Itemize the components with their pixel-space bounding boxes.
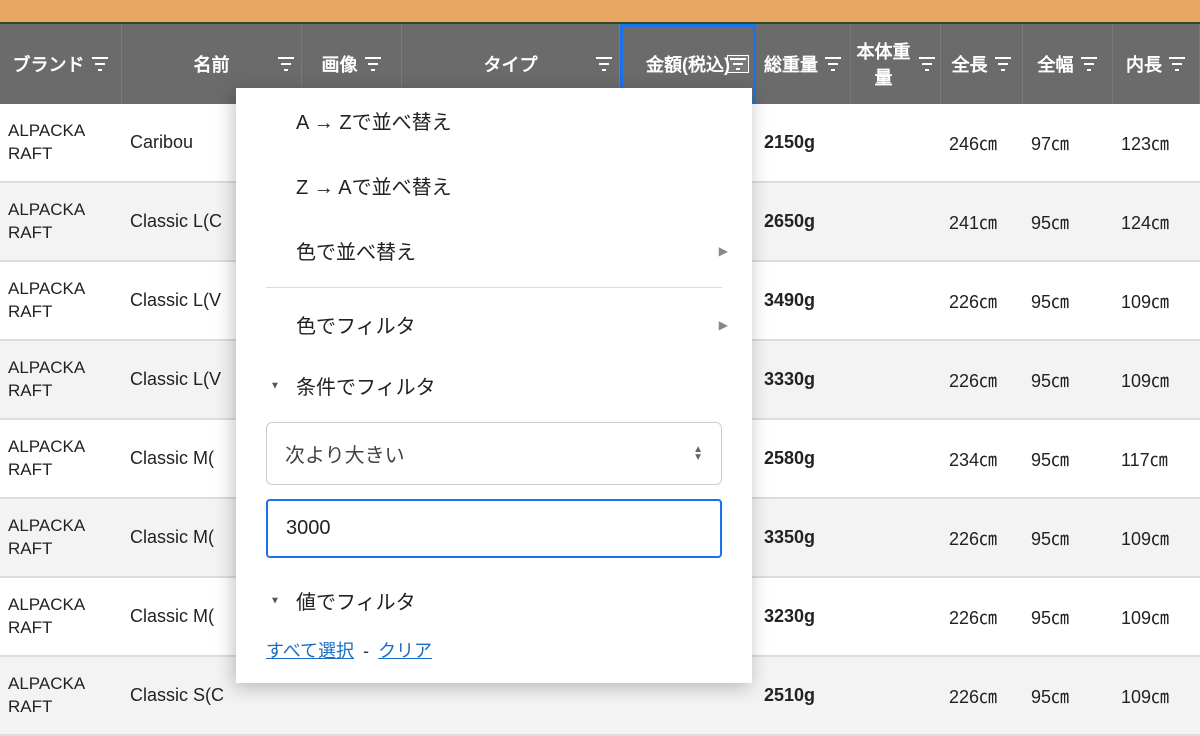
- cell-total-length: 246㎝: [941, 130, 1023, 156]
- value-filter-links: すべて選択 - クリア: [236, 629, 752, 663]
- cell-inner-length: 123㎝: [1113, 130, 1200, 156]
- cell-total-length: 234㎝: [941, 446, 1023, 472]
- filter-icon[interactable]: [1080, 57, 1098, 71]
- cell-brand: ALPACKARAFT: [0, 357, 122, 401]
- condition-operator-select[interactable]: 次より大きい ▲▼: [266, 422, 722, 485]
- cell-total-width: 95㎝: [1023, 209, 1113, 235]
- cell-inner-length: 109㎝: [1113, 683, 1200, 709]
- header-label: 本体重量: [855, 38, 912, 90]
- filter-icon[interactable]: [277, 57, 295, 71]
- link-separator: -: [363, 641, 369, 661]
- cell-inner-length: 109㎝: [1113, 288, 1200, 314]
- cell-total-width: 95㎝: [1023, 604, 1113, 630]
- cell-total-weight: 3230g: [756, 606, 851, 627]
- cell-total-weight: 3330g: [756, 369, 851, 390]
- sort-za[interactable]: Z → Aで並べ替え: [236, 153, 752, 218]
- cell-total-weight: 3350g: [756, 527, 851, 548]
- cell-total-length: 226㎝: [941, 367, 1023, 393]
- header-label: 全幅: [1038, 51, 1074, 77]
- header-label: 画像: [322, 51, 358, 77]
- top-banner: [0, 0, 1200, 24]
- cell-brand: ALPACKARAFT: [0, 673, 122, 717]
- cell-total-width: 95㎝: [1023, 288, 1113, 314]
- condition-value-input[interactable]: [266, 499, 722, 558]
- cell-inner-length: 117㎝: [1113, 446, 1200, 472]
- cell-total-width: 95㎝: [1023, 446, 1113, 472]
- header-label: ブランド: [13, 51, 85, 77]
- column-filter-menu: A → Zで並べ替え Z → Aで並べ替え 色で並べ替え 色でフィルタ 条件でフ…: [236, 88, 752, 683]
- cell-inner-length: 124㎝: [1113, 209, 1200, 235]
- cell-total-length: 226㎝: [941, 604, 1023, 630]
- cell-total-width: 95㎝: [1023, 367, 1113, 393]
- sort-by-color[interactable]: 色で並べ替え: [236, 218, 752, 283]
- header-total-weight[interactable]: 総重量: [756, 24, 851, 104]
- header-label: 総重量: [764, 51, 818, 77]
- filter-icon[interactable]: [994, 57, 1012, 71]
- header-brand[interactable]: ブランド: [0, 24, 122, 104]
- cell-brand: ALPACKARAFT: [0, 120, 122, 164]
- cell-total-width: 95㎝: [1023, 683, 1113, 709]
- filter-by-value-header[interactable]: 値でフィルタ: [236, 572, 752, 629]
- cell-total-weight: 2650g: [756, 211, 851, 232]
- filter-icon[interactable]: [918, 57, 936, 71]
- header-total-length[interactable]: 全長: [941, 24, 1023, 104]
- cell-total-length: 226㎝: [941, 683, 1023, 709]
- cell-brand: ALPACKARAFT: [0, 515, 122, 559]
- cell-total-width: 95㎝: [1023, 525, 1113, 551]
- header-label: 内長: [1126, 51, 1162, 77]
- cell-inner-length: 109㎝: [1113, 367, 1200, 393]
- filter-icon[interactable]: [824, 57, 842, 71]
- cell-brand: ALPACKARAFT: [0, 594, 122, 638]
- cell-total-length: 241㎝: [941, 209, 1023, 235]
- cell-name: Classic S(C: [122, 685, 302, 706]
- filter-by-condition-header[interactable]: 条件でフィルタ: [236, 357, 752, 414]
- cell-total-length: 226㎝: [941, 525, 1023, 551]
- condition-operator-label: 次より大きい: [285, 439, 405, 468]
- cell-total-weight: 2510g: [756, 685, 851, 706]
- header-label: 全長: [952, 51, 988, 77]
- sort-az[interactable]: A → Zで並べ替え: [236, 88, 752, 153]
- filter-icon[interactable]: [595, 57, 613, 71]
- select-all-link[interactable]: すべて選択: [266, 641, 354, 661]
- filter-icon[interactable]: [364, 57, 382, 71]
- cell-brand: ALPACKARAFT: [0, 199, 122, 243]
- menu-divider: [266, 287, 722, 288]
- cell-inner-length: 109㎝: [1113, 525, 1200, 551]
- cell-inner-length: 109㎝: [1113, 604, 1200, 630]
- filter-by-color[interactable]: 色でフィルタ: [236, 292, 752, 357]
- cell-brand: ALPACKARAFT: [0, 278, 122, 322]
- header-label: 金額(税込): [646, 51, 730, 77]
- header-label: 名前: [194, 51, 230, 77]
- cell-total-width: 97㎝: [1023, 130, 1113, 156]
- select-arrows-icon: ▲▼: [693, 446, 703, 462]
- cell-total-weight: 3490g: [756, 290, 851, 311]
- cell-total-weight: 2150g: [756, 132, 851, 153]
- filter-icon[interactable]: [1168, 57, 1186, 71]
- header-inner-length[interactable]: 内長: [1113, 24, 1200, 104]
- filter-icon[interactable]: [727, 55, 749, 73]
- header-body-weight[interactable]: 本体重量: [851, 24, 941, 104]
- filter-icon[interactable]: [91, 57, 109, 71]
- header-label: タイプ: [484, 51, 538, 77]
- cell-total-weight: 2580g: [756, 448, 851, 469]
- cell-brand: ALPACKARAFT: [0, 436, 122, 480]
- clear-link[interactable]: クリア: [378, 641, 432, 661]
- cell-total-length: 226㎝: [941, 288, 1023, 314]
- header-total-width[interactable]: 全幅: [1023, 24, 1113, 104]
